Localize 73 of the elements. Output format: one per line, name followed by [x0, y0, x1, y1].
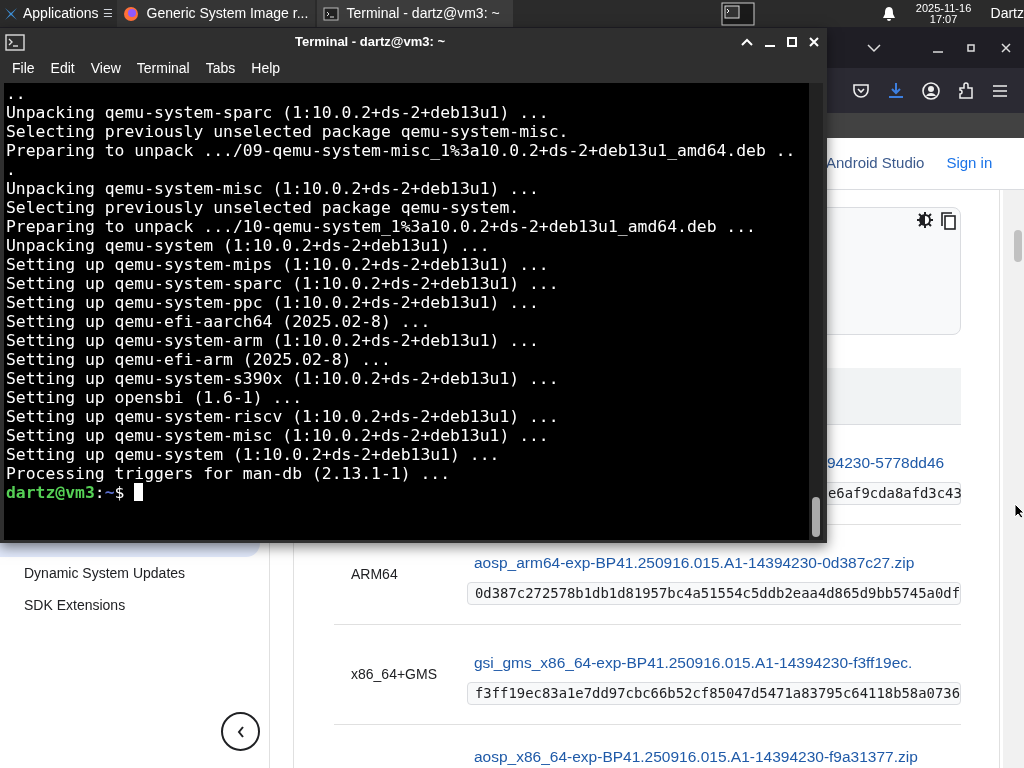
pocket-icon[interactable] — [852, 81, 870, 100]
scrollbar-thumb[interactable] — [1014, 230, 1022, 262]
taskbar-button[interactable]: Generic System Image r... — [116, 0, 315, 27]
close-icon[interactable] — [1001, 42, 1011, 53]
download-link[interactable]: aosp_x86_64-exp-BP41.250916.015.A1-14394230-f9a31377.zip — [474, 747, 918, 767]
output-line: Setting up qemu-system-riscv (1:10.0.2+ds-2+deb13u1) ... — [6, 407, 559, 426]
menu-item[interactable]: Terminal — [128, 58, 198, 79]
chevron-up-icon[interactable] — [741, 38, 753, 46]
table-cell-text: ARM64 — [351, 565, 398, 584]
output-line: Unpacking qemu-system-sparc (1:10.0.2+ds-2+deb13u1) ... — [6, 103, 549, 122]
prompt-user: dartz@vm3 — [6, 483, 95, 502]
prompt-separator: : — [94, 483, 105, 502]
menu-item[interactable]: Tabs — [197, 58, 244, 79]
puzzle-icon[interactable] — [957, 81, 975, 100]
mouse-cursor-icon — [1014, 503, 1024, 519]
checksum-text: f3ff19ec83a1e7dd97cbc66b52cf85047d5471a83795c64118b58a0736 — [475, 684, 961, 704]
output-line: Selecting previously unselected package qemu-system. — [6, 198, 520, 217]
chevron-down-icon[interactable] — [867, 42, 881, 53]
output-line: Preparing to unpack .../10-qemu-system_1%3a10.0.2+ds-2+deb13u1_amd64.deb ... — [6, 217, 756, 236]
menu-item[interactable]: File — [4, 58, 43, 79]
clock-date: 2025-11-16 — [915, 2, 972, 14]
output-line: Setting up qemu-system (1:10.0.2+ds-2+deb13u1) ... — [6, 445, 500, 464]
sign-in-link[interactable]: Sign in — [946, 152, 993, 175]
output-line: Setting up qemu-system-arm (1:10.0.2+ds-2+deb13u1) ... — [6, 331, 539, 350]
sidebar-item[interactable]: Dynamic System Updates — [0, 557, 269, 589]
menu-item[interactable]: Edit — [42, 58, 83, 79]
text-cursor — [134, 483, 144, 501]
menu-item[interactable]: View — [82, 58, 129, 79]
download-icon[interactable] — [887, 81, 905, 100]
brightness-icon[interactable] — [917, 212, 933, 228]
output-line: Unpacking qemu-system (1:10.0.2+ds-2+deb13u1) ... — [6, 236, 490, 255]
output-line: Setting up qemu-efi-aarch64 (2025.02-8) ... — [6, 312, 431, 331]
prompt-path: ~ — [104, 483, 115, 502]
taskbar-button[interactable]: Terminal - dartz@vm3: ~ — [316, 0, 513, 27]
output-line: Setting up qemu-system-mips (1:10.0.2+ds-2+deb13u1) ... — [6, 255, 549, 274]
clock-time: 17:07 — [929, 13, 958, 25]
maximize-icon[interactable] — [967, 43, 975, 52]
download-link[interactable]: gsi_gms_x86_64-exp-BP41.250916.015.A1-14394230-f3ff19ec. — [474, 653, 913, 673]
chevron-left-icon — [236, 725, 245, 738]
menu-item[interactable]: Help — [243, 58, 289, 79]
nav-link[interactable]: Android Studio — [826, 152, 925, 175]
output-line: Processing triggers for man-db (2.13.1-1) ... — [6, 464, 451, 483]
table-cell-text: x86_64+GMS — [351, 665, 437, 684]
workspace-icon[interactable] — [720, 1, 755, 26]
user-name[interactable]: Dartz — [990, 3, 1024, 24]
bell-icon[interactable] — [880, 5, 897, 22]
sidebar-item[interactable]: SDK Extensions — [0, 589, 269, 621]
output-line: Selecting previously unselected package qemu-system-misc. — [6, 122, 569, 141]
download-link[interactable]: 94230-5778dd46 — [827, 453, 945, 473]
output-line: Setting up qemu-efi-arm (2025.02-8) ... — [6, 350, 391, 369]
checksum-text: e6af9cda8afd3c43 — [828, 484, 962, 504]
output-line: Setting up opensbi (1.6-1) ... — [6, 388, 303, 407]
output-line: .. — [6, 84, 26, 103]
app-menu-icon — [3, 5, 19, 22]
window-title: Terminal - dartz@vm3: ~ — [295, 33, 446, 52]
copy-icon[interactable] — [941, 212, 956, 230]
output-line: Preparing to unpack .../09-qemu-system-misc_1%3a10.0.2+ds-2+deb13u1_amd64.deb .. — [6, 141, 796, 160]
prompt-symbol: $ — [114, 483, 125, 502]
terminal-icon — [5, 33, 25, 51]
output-line: Setting up qemu-system-ppc (1:10.0.2+ds-2+deb13u1) ... — [6, 293, 539, 312]
account-icon[interactable] — [922, 81, 940, 100]
checksum-text: 0d387c272578b1db1d81957bc4a51554c5ddb2eaa4d865d9bb5745a0df — [475, 584, 961, 604]
applications-menu[interactable]: Applications ☰ — [0, 0, 117, 27]
scrollbar-thumb[interactable] — [812, 497, 820, 537]
download-link[interactable]: aosp_arm64-exp-BP41.250916.015.A1-14394230-0d387c27.zip — [474, 553, 915, 573]
collapse-button[interactable] — [221, 712, 260, 751]
output-line: Unpacking qemu-system-misc (1:10.0.2+ds-2+deb13u1) ... — [6, 179, 539, 198]
output-line: Setting up qemu-system-s390x (1:10.0.2+ds-2+deb13u1) ... — [6, 369, 559, 388]
terminal-icon — [322, 5, 339, 22]
output-line: . — [6, 160, 16, 179]
output-line: Setting up qemu-system-misc (1:10.0.2+ds-2+deb13u1) ... — [6, 426, 549, 445]
output-line: Setting up qemu-system-sparc (1:10.0.2+ds-2+deb13u1) ... — [6, 274, 559, 293]
menu-icon[interactable] — [992, 83, 1008, 98]
